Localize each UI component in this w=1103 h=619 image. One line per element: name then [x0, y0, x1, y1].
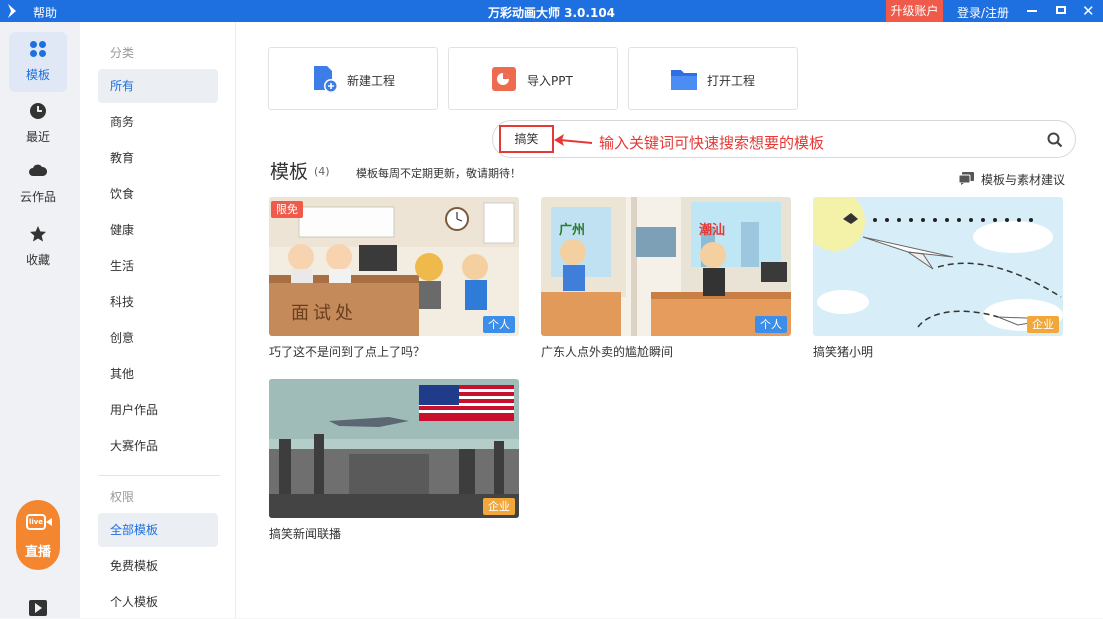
star-icon: [30, 226, 46, 242]
close-button[interactable]: ✕: [1077, 0, 1099, 22]
personal-badge: 个人: [483, 316, 515, 333]
permission-personal[interactable]: 个人模板: [98, 585, 218, 619]
maximize-button[interactable]: [1050, 0, 1072, 22]
template-title[interactable]: 广东人点外卖的尴尬瞬间: [541, 343, 673, 360]
nav-recent[interactable]: 最近: [9, 94, 67, 154]
minimize-icon: [1027, 10, 1037, 12]
category-other[interactable]: 其他: [98, 357, 218, 391]
category-user-works[interactable]: 用户作品: [98, 393, 218, 427]
new-project-label: 新建工程: [347, 74, 396, 88]
section-description: 模板每周不定期更新，敬请期待！: [356, 167, 521, 180]
category-business[interactable]: 商务: [98, 105, 218, 139]
template-title[interactable]: 搞笑猪小明: [813, 343, 873, 360]
camera-icon: [46, 518, 52, 526]
news-scene-image: [269, 379, 519, 518]
nav-favorites[interactable]: 收藏: [9, 217, 67, 277]
takeout-scene-image: [541, 197, 791, 336]
free-badge: 限免: [271, 201, 303, 218]
search-annotation: 输入关键词可快速搜索想要的模板: [599, 134, 825, 152]
permission-free[interactable]: 免费模板: [98, 549, 218, 583]
paper-plane-scene-image: [813, 197, 1063, 336]
feedback-icon: [959, 172, 974, 185]
title-bar: 帮助 万彩动画大师 3.0.104 升级账户 登录/注册 ✕: [0, 0, 1103, 22]
enterprise-badge: 企业: [1027, 316, 1059, 333]
category-divider: [98, 475, 220, 476]
category-health[interactable]: 健康: [98, 213, 218, 247]
section-title: 模板: [270, 161, 309, 183]
template-count: (4): [314, 165, 330, 178]
import-ppt-button[interactable]: 导入PPT: [448, 47, 618, 110]
folder-icon: [671, 70, 697, 90]
live-icon: live: [26, 514, 46, 530]
open-project-button[interactable]: 打开工程: [628, 47, 798, 110]
main-content: 新建工程 导入PPT 打开工程 搞笑 输入关键词可快速搜索想要的模板 模板 (4…: [236, 22, 1103, 618]
category-heading: 分类: [110, 46, 135, 60]
permission-all[interactable]: 全部模板: [98, 513, 218, 547]
category-all[interactable]: 所有: [98, 69, 218, 103]
new-file-icon: [314, 66, 338, 93]
category-sidebar: 分类 所有 商务 教育 饮食 健康 生活 科技 创意 其他 用户作品 大赛作品 …: [80, 22, 236, 618]
nav-templates[interactable]: 模板: [9, 32, 67, 92]
login-register-link[interactable]: 登录/注册: [957, 4, 1009, 21]
scene-label: 面试处: [291, 303, 357, 324]
live-label: 直播: [24, 545, 51, 560]
cloud-icon: [29, 164, 47, 176]
clock-icon: [30, 103, 46, 119]
nav-templates-label: 模板: [25, 68, 50, 82]
live-button[interactable]: live 直播: [16, 500, 60, 570]
import-ppt-label: 导入PPT: [527, 74, 573, 88]
video-tutorial-icon[interactable]: [29, 600, 47, 616]
enterprise-badge: 企业: [483, 498, 515, 515]
feedback-label: 模板与素材建议: [981, 173, 1066, 187]
category-tech[interactable]: 科技: [98, 285, 218, 319]
grid-icon: [30, 41, 46, 57]
category-contest-works[interactable]: 大赛作品: [98, 429, 218, 463]
nav-favorites-label: 收藏: [25, 253, 50, 267]
nav-recent-label: 最近: [25, 130, 50, 144]
upgrade-account-button[interactable]: 升级账户: [886, 0, 943, 22]
search-input[interactable]: 搞笑: [499, 125, 554, 153]
template-thumbnail[interactable]: 广州 潮汕 个人: [541, 197, 791, 336]
close-icon: ✕: [1082, 2, 1095, 20]
open-project-label: 打开工程: [707, 74, 756, 88]
category-education[interactable]: 教育: [98, 141, 218, 175]
annotation-arrow-icon: [554, 134, 593, 146]
category-food[interactable]: 饮食: [98, 177, 218, 211]
personal-badge: 个人: [755, 316, 787, 333]
search-icon[interactable]: [1047, 132, 1063, 148]
scene-label-right: 潮汕: [699, 223, 726, 238]
nav-cloud-works[interactable]: 云作品: [9, 154, 67, 214]
template-thumbnail[interactable]: 企业: [269, 379, 519, 518]
maximize-icon: [1056, 6, 1066, 14]
ppt-icon: [492, 67, 516, 91]
template-thumbnail[interactable]: 限免 面试处 个人: [269, 197, 519, 336]
minimize-button[interactable]: [1021, 0, 1043, 22]
category-life[interactable]: 生活: [98, 249, 218, 283]
template-thumbnail[interactable]: 企业: [813, 197, 1063, 336]
scene-label-left: 广州: [559, 223, 586, 238]
new-project-button[interactable]: 新建工程: [268, 47, 438, 110]
category-creative[interactable]: 创意: [98, 321, 218, 355]
template-title[interactable]: 搞笑新闻联播: [269, 525, 341, 542]
template-title[interactable]: 巧了这不是问到了点上了吗？: [269, 343, 425, 360]
permission-heading: 权限: [110, 490, 135, 504]
main-nav-sidebar: 模板 最近 云作品 收藏 live 直播: [0, 22, 80, 618]
nav-cloud-label: 云作品: [19, 190, 56, 204]
